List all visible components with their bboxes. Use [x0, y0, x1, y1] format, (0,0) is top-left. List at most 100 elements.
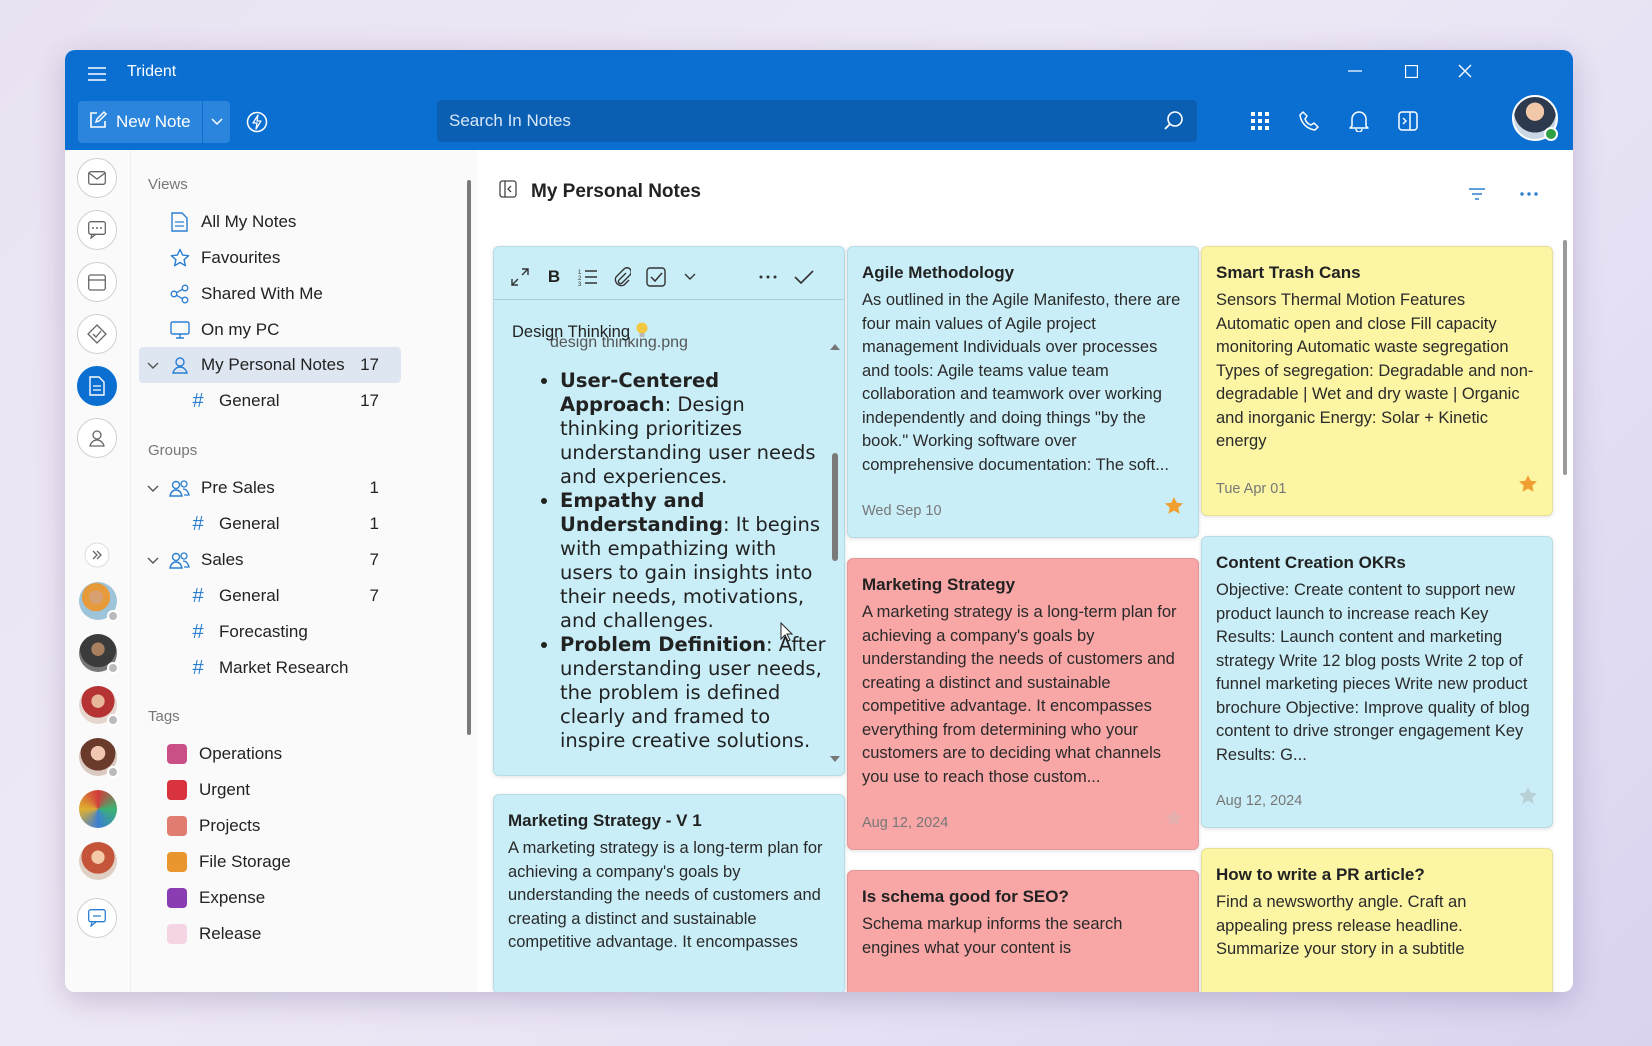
nav-item-general[interactable]: # General 7 [185, 578, 401, 614]
filter-icon[interactable] [1463, 180, 1491, 208]
note-preview: As outlined in the Agile Manifesto, ther… [862, 291, 1181, 474]
content-scrollbar[interactable] [1563, 240, 1567, 475]
bullet-bold-text: Empathy and Understanding [560, 489, 723, 536]
maximize-button[interactable] [1391, 56, 1431, 86]
nav-item-my-personal-notes[interactable]: My Personal Notes 17 [139, 347, 401, 383]
hashtag-icon: # [192, 389, 204, 412]
note-card[interactable]: Smart Trash Cans Sensors Thermal Motion … [1201, 246, 1553, 516]
nav-item-general[interactable]: # General 17 [185, 383, 401, 419]
collapse-pane-icon[interactable] [499, 180, 517, 204]
minimize-button[interactable] [1335, 56, 1375, 86]
feedback-icon[interactable] [77, 898, 117, 938]
contacts-icon[interactable] [77, 418, 117, 458]
side-panel-icon[interactable] [1392, 105, 1424, 137]
tag-expense[interactable]: Expense [167, 880, 437, 916]
nav-item-on-my-pc[interactable]: On my PC [167, 312, 437, 348]
hamburger-menu-icon[interactable] [83, 60, 111, 88]
editor-scrollbar[interactable] [830, 343, 840, 763]
share-icon [167, 284, 193, 304]
contact-avatar[interactable] [79, 738, 119, 778]
note-card[interactable]: Agile Methodology As outlined in the Agi… [847, 246, 1199, 538]
numbered-list-icon[interactable]: 123 [574, 263, 602, 291]
apps-grid-icon[interactable] [1244, 105, 1276, 137]
chevron-down-icon[interactable] [676, 263, 704, 291]
nav-item-shared-with-me[interactable]: Shared With Me [167, 276, 437, 312]
done-check-icon[interactable] [790, 263, 818, 291]
nav-item-forecasting[interactable]: # Forecasting [185, 614, 401, 650]
scroll-down-icon[interactable] [830, 755, 840, 763]
tag-file-storage[interactable]: File Storage [167, 844, 437, 880]
tag-urgent[interactable]: Urgent [167, 772, 437, 808]
chevron-down-icon[interactable] [147, 355, 159, 375]
bold-icon[interactable]: B [540, 263, 568, 291]
nav-item-all-my-notes[interactable]: All My Notes [167, 204, 437, 240]
nav-item-sales[interactable]: Sales 7 [139, 542, 401, 578]
note-card[interactable]: Content Creation OKRs Objective: Create … [1201, 536, 1553, 828]
star-filled-icon[interactable] [1518, 474, 1538, 499]
note-card[interactable]: How to write a PR article? Find a newswo… [1201, 848, 1553, 992]
checkbox-icon[interactable] [642, 263, 670, 291]
star-filled-icon[interactable] [1164, 496, 1184, 521]
nav-item-market-research[interactable]: # Market Research [185, 650, 401, 686]
editor-body[interactable]: design thinking.png User-Centered Approa… [512, 337, 830, 765]
nav-scrollbar[interactable] [467, 180, 471, 735]
note-title: Content Creation OKRs [1216, 553, 1406, 572]
nav-item-label: Favourites [201, 248, 281, 267]
star-outline-icon [167, 248, 193, 268]
tasks-icon[interactable] [77, 314, 117, 354]
note-title: Is schema good for SEO? [862, 887, 1069, 906]
tag-release[interactable]: Release [167, 916, 437, 952]
chat-icon[interactable] [77, 210, 117, 250]
more-options-icon[interactable] [754, 263, 782, 291]
new-note-button[interactable]: New Note [78, 101, 230, 143]
note-title: Marketing Strategy [862, 575, 1016, 594]
note-date: Aug 12, 2024 [862, 815, 949, 831]
attachment-icon[interactable] [608, 263, 636, 291]
user-avatar[interactable] [1512, 95, 1558, 141]
mail-icon[interactable] [77, 158, 117, 198]
calendar-icon[interactable] [77, 262, 117, 302]
nav-item-pre-sales[interactable]: Pre Sales 1 [139, 470, 401, 506]
lightning-icon[interactable] [241, 106, 273, 138]
group-icon [167, 479, 193, 497]
nav-item-label: General [219, 514, 280, 533]
star-icon[interactable] [1164, 808, 1184, 833]
contact-avatar[interactable] [79, 842, 117, 880]
note-card[interactable]: Is schema good for SEO? Schema markup in… [847, 870, 1199, 992]
note-preview: Objective: Create content to support new… [1216, 581, 1530, 764]
note-card[interactable]: Marketing Strategy - V 1 A marketing str… [493, 794, 845, 992]
scrollbar-thumb[interactable] [832, 453, 838, 561]
contact-avatar[interactable] [79, 790, 117, 828]
contact-avatar[interactable] [79, 634, 119, 674]
presence-badge [1544, 127, 1558, 141]
more-options-icon[interactable] [1515, 180, 1543, 208]
new-note-main[interactable]: New Note [78, 101, 202, 143]
note-editor[interactable]: B 123 Design Thinking design thinking.pn… [493, 246, 845, 776]
new-note-dropdown[interactable] [202, 101, 230, 143]
phone-icon[interactable] [1293, 105, 1325, 137]
nav-item-count: 17 [360, 391, 379, 410]
nav-item-general[interactable]: # General 1 [185, 506, 401, 542]
contact-avatar[interactable] [79, 582, 119, 622]
bell-icon[interactable] [1343, 105, 1375, 137]
hashtag-icon: # [192, 512, 204, 535]
tag-projects[interactable]: Projects [167, 808, 437, 844]
title-bar: Trident New Note [65, 50, 1573, 150]
tag-color-swatch [167, 852, 187, 872]
chevron-down-icon[interactable] [147, 478, 159, 498]
tag-operations[interactable]: Operations [167, 736, 437, 772]
nav-item-favourites[interactable]: Favourites [167, 240, 437, 276]
groups-header: Groups [148, 442, 198, 459]
search-icon[interactable] [1163, 110, 1185, 137]
chevron-down-icon[interactable] [147, 550, 159, 570]
notes-icon[interactable] [77, 366, 117, 406]
nav-item-label: Shared With Me [201, 284, 323, 303]
star-icon[interactable] [1518, 786, 1538, 811]
note-card[interactable]: Marketing Strategy A marketing strategy … [847, 558, 1199, 850]
contact-avatar[interactable] [79, 686, 119, 726]
scroll-up-icon[interactable] [830, 343, 840, 351]
search-input[interactable] [449, 111, 1129, 131]
expand-icon[interactable] [506, 263, 534, 291]
expand-rail-icon[interactable] [77, 535, 117, 575]
close-button[interactable] [1445, 56, 1485, 86]
